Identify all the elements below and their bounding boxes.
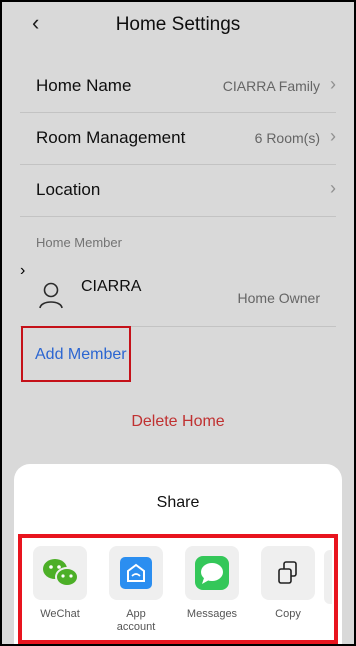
share-option-wechat[interactable]: WeChat xyxy=(30,546,90,621)
share-option-label: Copy xyxy=(275,608,301,620)
share-option-label: App account xyxy=(116,608,156,633)
messages-icon xyxy=(185,546,239,600)
phone-screen: ‹ Home Settings Home Name CIARRA Family … xyxy=(0,0,356,646)
share-options-row: WeChat App account Messages Copy xyxy=(18,534,338,644)
copy-icon xyxy=(261,546,315,600)
share-sheet-title: Share xyxy=(156,494,200,511)
share-option-messages[interactable]: Messages xyxy=(182,546,242,621)
share-option-label: WeChat xyxy=(40,608,80,620)
next-share-option-partial[interactable] xyxy=(324,550,332,604)
share-option-app-account[interactable]: App account xyxy=(106,546,166,634)
home-app-icon xyxy=(109,546,163,600)
share-option-copy[interactable]: Copy xyxy=(258,546,318,621)
share-sheet: Share WeChat App account Messages Copy xyxy=(14,464,342,644)
wechat-icon xyxy=(33,546,87,600)
share-option-label: Messages xyxy=(186,608,238,620)
